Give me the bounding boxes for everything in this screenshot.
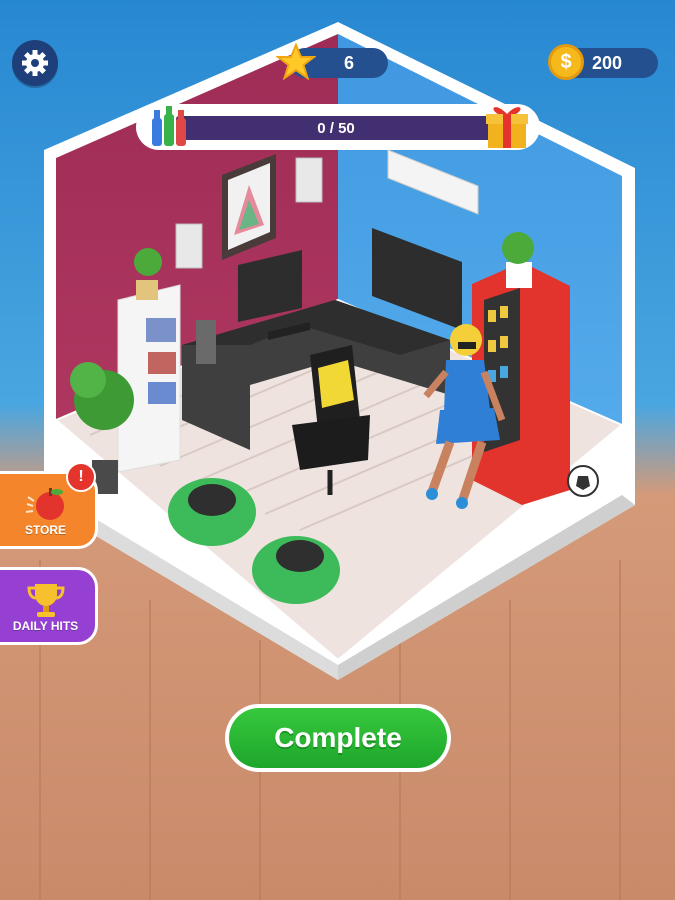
- bottles-icon: [152, 106, 186, 146]
- apple-icon: [25, 488, 64, 520]
- progress-bar: 0 / 50: [136, 104, 540, 150]
- daily-hits-label: DAILY HITS: [12, 619, 79, 633]
- coin-symbol: $: [560, 50, 572, 73]
- complete-label: Complete: [229, 708, 447, 768]
- coin-icon: $: [548, 44, 584, 80]
- daily-hits-button[interactable]: DAILY HITS: [0, 567, 98, 645]
- settings-button[interactable]: [12, 40, 58, 86]
- trophy-icon: [27, 584, 65, 617]
- progress-track: 0 / 50: [176, 116, 496, 140]
- complete-button[interactable]: Complete: [225, 704, 451, 772]
- coins-count: 200: [592, 52, 623, 73]
- star-icon: [276, 42, 316, 81]
- gear-icon: [22, 50, 48, 76]
- gift-icon: [486, 107, 528, 148]
- notification-badge: !: [66, 462, 96, 492]
- stars-count: 6: [343, 52, 354, 73]
- store-label: STORE: [24, 523, 67, 537]
- progress-text: 0 / 50: [317, 119, 355, 137]
